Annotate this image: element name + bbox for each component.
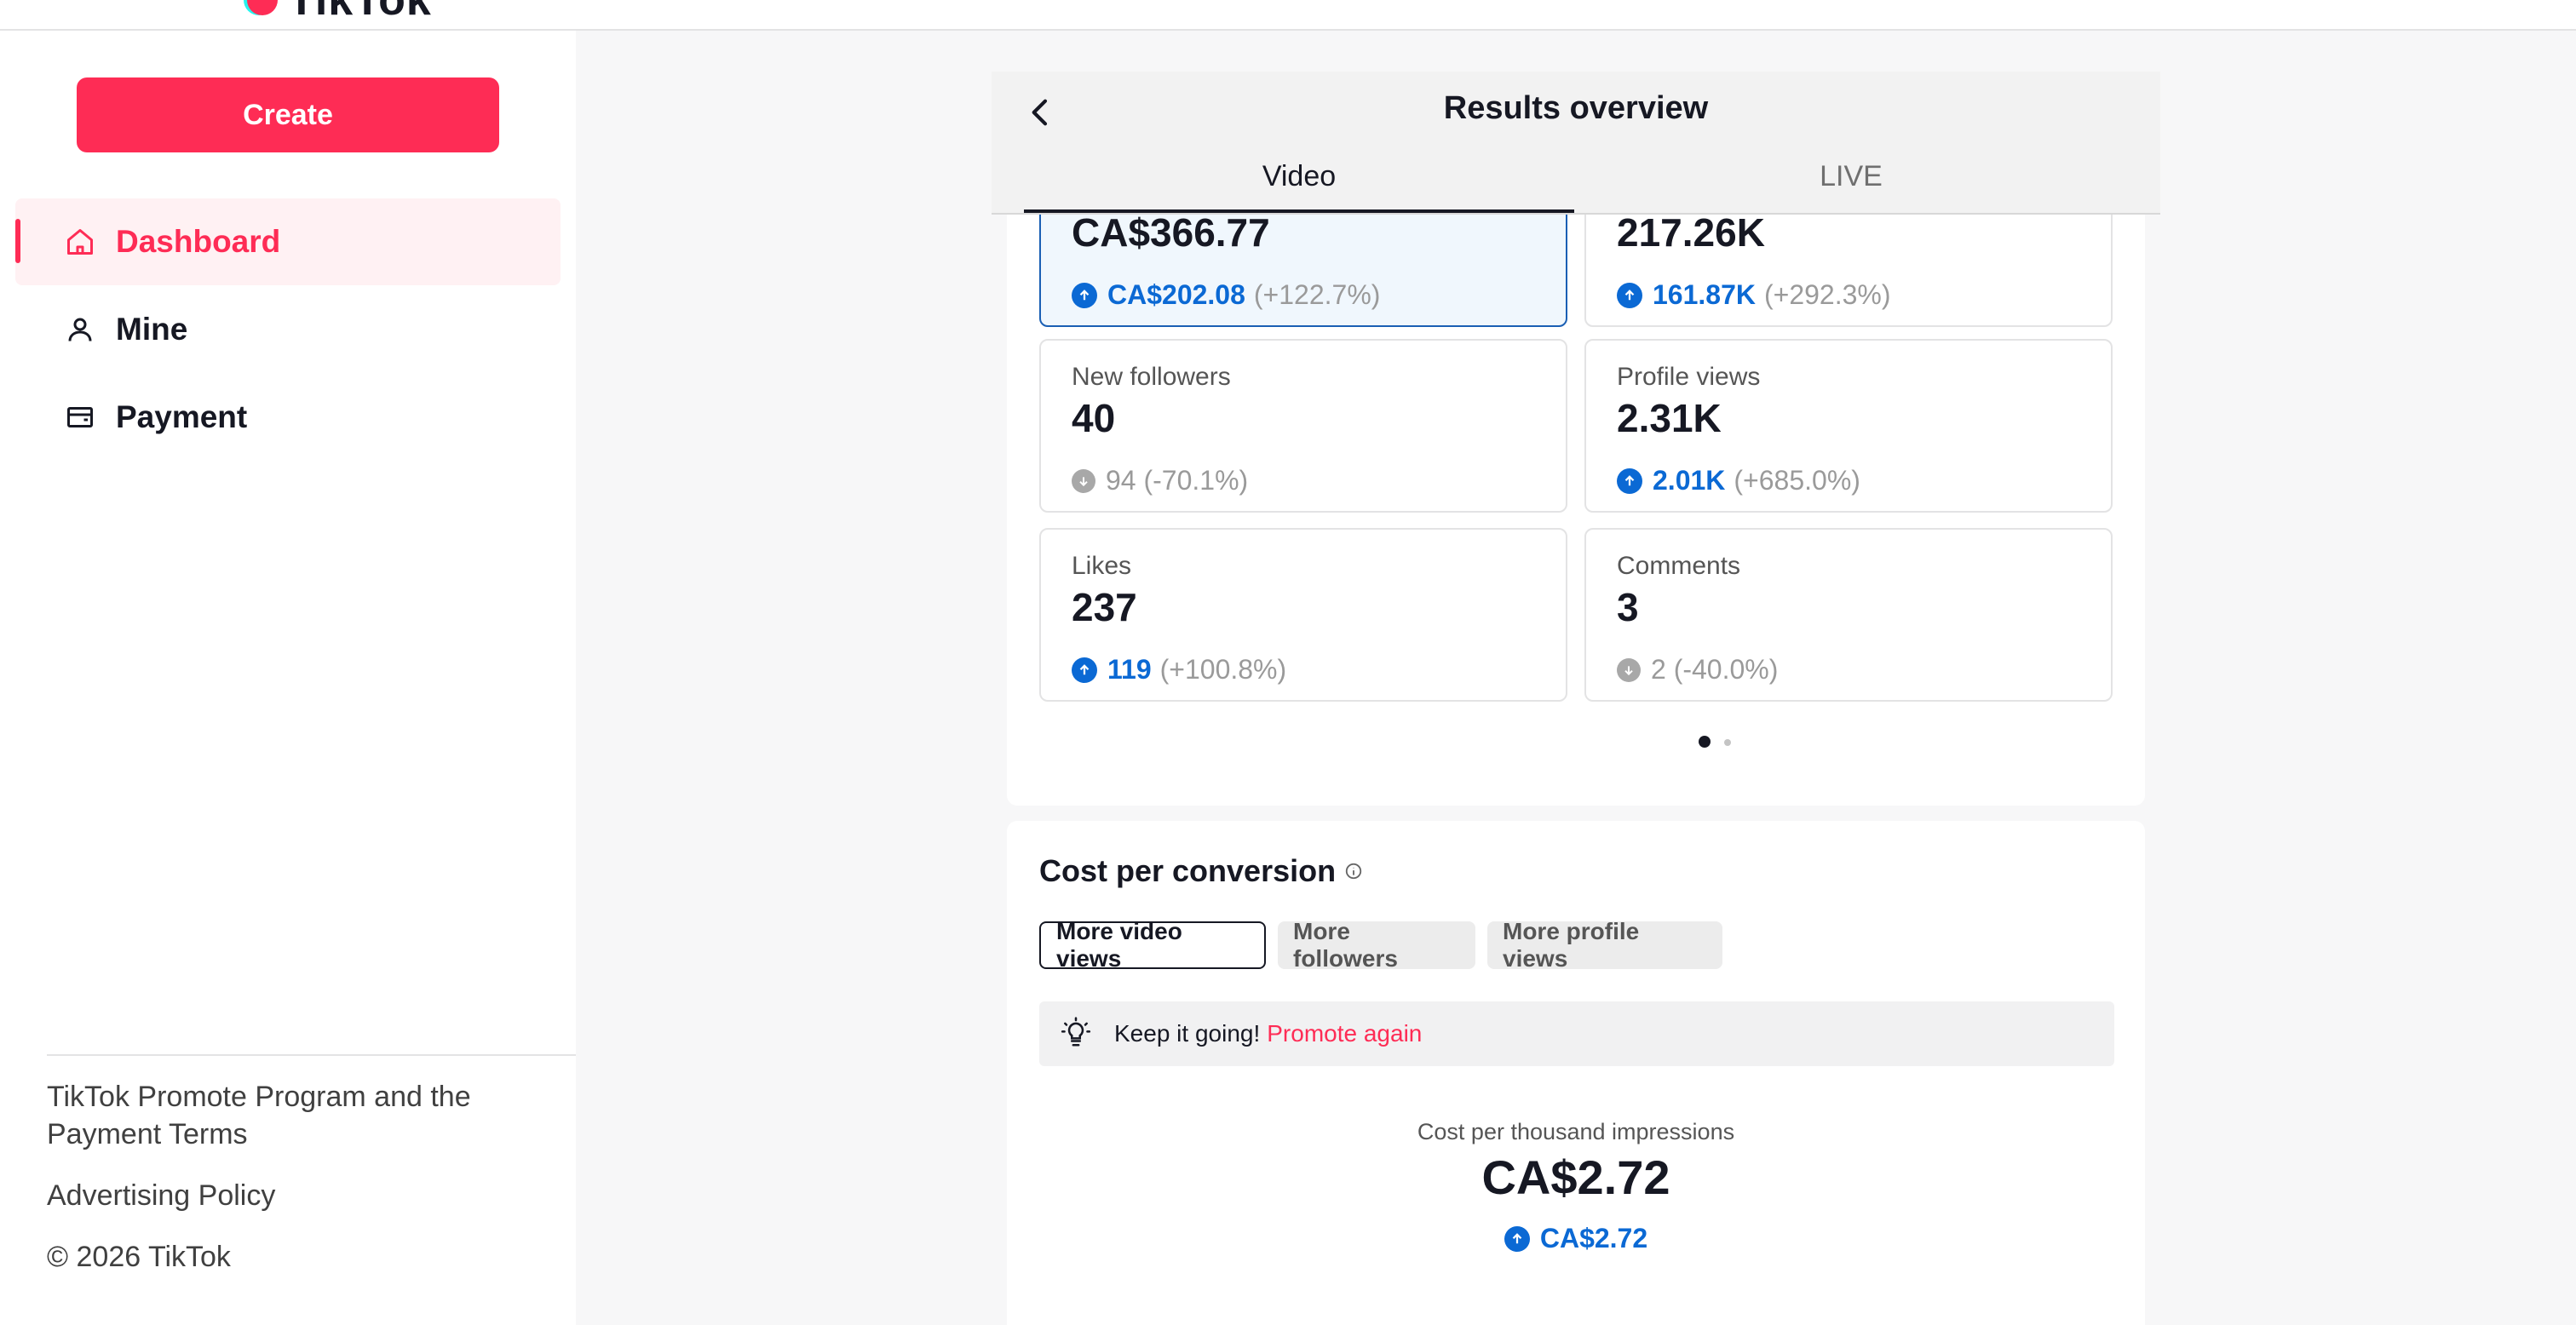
sidebar-item-label: Payment (116, 399, 248, 434)
change-amount: 94 (-70.1%) (1106, 465, 1249, 496)
metric-value: 237 (1072, 585, 1137, 629)
chip-more-video-views[interactable]: More video views (1039, 918, 1266, 972)
change-amount: 161.87K (1653, 279, 1756, 310)
metric-card-comments[interactable]: Comments 3 2 (-40.0%) (1584, 528, 2113, 702)
metric-card-profile-views[interactable]: Profile views 2.31K 2.01K (+685.0%) (1584, 339, 2113, 513)
cpm-change-amount: CA$2.72 (1539, 1223, 1648, 1253)
promote-again-link[interactable]: Promote again (1267, 1020, 1422, 1047)
section-title-text: Cost per conversion (1039, 853, 1337, 888)
advertising-policy-link[interactable]: Advertising Policy (47, 1177, 275, 1214)
cpm-change: CA$2.72 (1007, 1223, 2145, 1254)
cost-per-conversion-card: Cost per conversion More video views Mor… (1007, 821, 2145, 1325)
panel-header: Results overview Video LIVE (992, 72, 2160, 215)
metric-card-new-followers[interactable]: New followers 40 94 (-70.1%) (1039, 339, 1567, 513)
promote-banner: Keep it going! Promote again (1039, 1001, 2114, 1066)
tab-live[interactable]: LIVE (1576, 160, 2126, 213)
change-amount: 2 (-40.0%) (1651, 654, 1779, 685)
metric-label: Profile views (1617, 363, 1761, 391)
lightbulb-icon (1060, 1017, 1094, 1051)
sidebar-divider (47, 1054, 576, 1056)
sidebar-item-label: Dashboard (116, 224, 281, 259)
change-amount: CA$202.08 (1107, 279, 1245, 310)
arrow-up-icon (1072, 282, 1097, 308)
sidebar-item-dashboard[interactable]: Dashboard (15, 198, 561, 285)
sidebar-item-label: Mine (116, 312, 188, 347)
metric-change: 161.87K (+292.3%) (1617, 279, 1891, 311)
change-amount: 119 (1107, 654, 1152, 685)
user-icon (63, 313, 97, 347)
pagination-dot-active[interactable] (1699, 736, 1711, 748)
metric-change: 2.01K (+685.0%) (1617, 465, 1860, 496)
arrow-down-icon (1617, 657, 1641, 682)
copyright-text: © 2026 TikTok (47, 1241, 231, 1273)
wallet-icon (63, 400, 97, 434)
change-amount: 2.01K (1653, 465, 1726, 496)
page-title: Results overview (1443, 90, 1709, 126)
arrow-up-icon (1504, 1225, 1530, 1252)
arrow-up-icon (1617, 467, 1642, 494)
sidebar: Create Dashboard Mine Payment TikTok Pro… (0, 31, 576, 1325)
change-percent: (+122.7%) (1253, 279, 1381, 310)
sidebar-item-mine[interactable]: Mine (15, 286, 561, 373)
metric-value: 3 (1617, 585, 1639, 629)
chip-more-profile-views[interactable]: More profile views (1487, 918, 1722, 972)
metric-change: CA$202.08 (+122.7%) (1072, 279, 1380, 311)
logo-text: TikTok (288, 0, 432, 25)
metric-value: 217.26K (1617, 210, 1765, 255)
metric-label: New followers (1072, 363, 1231, 391)
metric-value: CA$366.77 (1072, 210, 1270, 255)
promote-text: Keep it going! (1114, 1020, 1261, 1047)
change-percent: (+685.0%) (1734, 465, 1860, 496)
metric-value: 2.31K (1617, 396, 1722, 440)
chip-more-followers[interactable]: More followers (1278, 918, 1475, 972)
program-terms-link[interactable]: TikTok Promote Program and the Payment T… (47, 1078, 524, 1153)
metric-label: Likes (1072, 552, 1132, 580)
pagination-dot[interactable] (1724, 739, 1731, 746)
arrow-down-icon (1072, 468, 1095, 493)
change-percent: (+292.3%) (1763, 279, 1891, 310)
create-button[interactable]: Create (77, 77, 499, 152)
cpm-value: CA$2.72 (1481, 1150, 1670, 1204)
arrow-up-icon (1072, 657, 1097, 683)
metric-value: 40 (1072, 396, 1116, 440)
metric-change: 94 (-70.1%) (1072, 465, 1248, 496)
sidebar-item-payment[interactable]: Payment (15, 374, 561, 461)
metric-change: 119 (+100.8%) (1072, 654, 1286, 685)
tab-video[interactable]: Video (1024, 160, 1574, 213)
cpm-label: Cost per thousand impressions (1417, 1119, 1735, 1144)
arrow-up-icon (1617, 282, 1642, 308)
metric-card-likes[interactable]: Likes 237 119 (+100.8%) (1039, 528, 1567, 702)
metric-label: Comments (1617, 552, 1741, 580)
change-percent: (+100.8%) (1159, 654, 1287, 685)
metric-change: 2 (-40.0%) (1617, 654, 1778, 685)
top-bar: TikTok (0, 0, 2576, 31)
tiktok-logo-icon (247, 0, 278, 15)
section-title: Cost per conversion (1039, 853, 1363, 889)
home-icon (63, 225, 97, 259)
info-icon[interactable] (1344, 862, 1363, 880)
tiktok-logo[interactable]: TikTok (247, 0, 432, 26)
results-panel: CA$366.77 CA$202.08 (+122.7%) 217.26K 16… (992, 72, 2160, 1325)
